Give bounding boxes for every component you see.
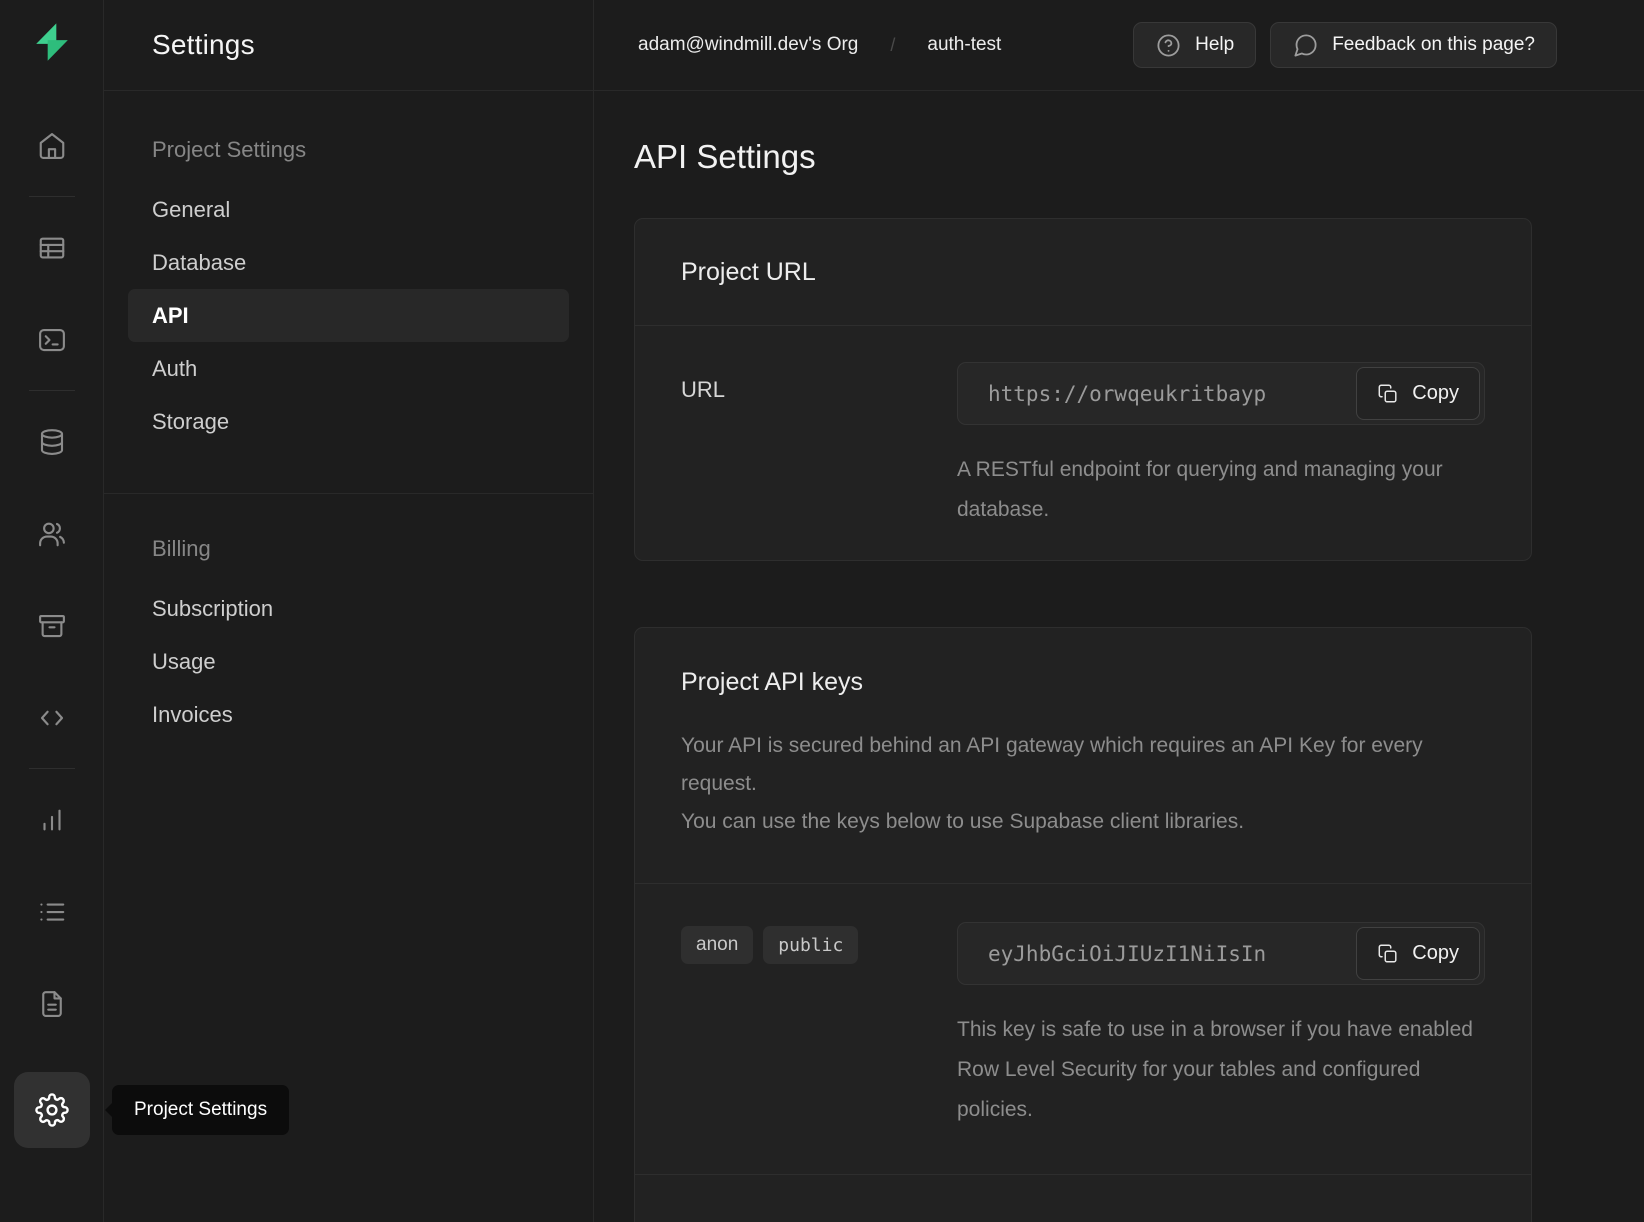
settings-sidebar-header: Settings xyxy=(104,0,593,91)
settings-title: Settings xyxy=(152,29,255,61)
api-keys-description-1: Your API is secured behind an API gatewa… xyxy=(681,727,1485,803)
help-button-label: Help xyxy=(1195,34,1234,56)
sidebar-item-api[interactable]: API xyxy=(128,289,569,342)
archive-box-icon xyxy=(37,611,67,641)
rail-item-docs[interactable] xyxy=(30,982,74,1026)
anon-key-description: This key is safe to use in a browser if … xyxy=(957,1010,1485,1130)
project-url-card: Project URL URL https://orwqeukritbayp C… xyxy=(634,218,1532,561)
url-description: A RESTful endpoint for querying and mana… xyxy=(957,450,1485,530)
home-icon xyxy=(37,131,67,161)
breadcrumb: adam@windmill.dev's Org / auth-test xyxy=(638,34,1001,56)
api-settings-page: API Settings Project URL URL https://orw… xyxy=(594,91,1644,1222)
settings-sidebar-nav: Project Settings General Database API Au… xyxy=(104,91,593,741)
sidebar-item-general[interactable]: General xyxy=(128,183,569,236)
help-circle-icon xyxy=(1155,32,1182,59)
url-field: https://orwqeukritbayp Copy A RESTful en… xyxy=(957,362,1485,530)
database-icon xyxy=(37,427,67,457)
api-keys-description-2: You can use the keys below to use Supaba… xyxy=(681,803,1485,841)
project-api-keys-card: Project API keys Your API is secured beh… xyxy=(634,627,1532,1222)
section-label-billing: Billing xyxy=(128,536,569,562)
speech-bubble-icon xyxy=(1292,32,1319,59)
supabase-logo[interactable] xyxy=(28,18,76,66)
anon-key-row: anon public eyJhbGciOiJIUzI1NiIsIn Copy xyxy=(635,884,1531,1174)
topbar: adam@windmill.dev's Org / auth-test Help xyxy=(594,0,1644,91)
rail-item-auth[interactable] xyxy=(30,512,74,556)
anon-key-badges: anon public xyxy=(681,922,957,964)
page-title: API Settings xyxy=(634,138,1644,176)
anon-key-field: eyJhbGciOiJIUzI1NiIsIn Copy This key is … xyxy=(957,922,1485,1130)
copy-anon-key-button[interactable]: Copy xyxy=(1356,927,1480,980)
supabase-bolt-icon xyxy=(29,19,75,65)
project-url-card-header: Project URL xyxy=(635,219,1531,326)
sidebar-item-usage[interactable]: Usage xyxy=(128,635,569,688)
breadcrumb-org[interactable]: adam@windmill.dev's Org xyxy=(638,34,858,56)
rail-item-home[interactable] xyxy=(30,124,74,168)
list-icon xyxy=(37,897,67,927)
sidebar-item-database[interactable]: Database xyxy=(128,236,569,289)
rail-item-sql-editor[interactable] xyxy=(30,318,74,362)
feedback-button[interactable]: Feedback on this page? xyxy=(1270,22,1557,68)
table-icon xyxy=(37,233,67,263)
copy-anon-key-label: Copy xyxy=(1412,942,1459,965)
feedback-button-label: Feedback on this page? xyxy=(1332,34,1535,56)
project-url-card-title: Project URL xyxy=(681,258,816,287)
api-keys-card-header: Project API keys Your API is secured beh… xyxy=(635,628,1531,884)
copy-icon xyxy=(1377,383,1399,405)
supabase-dashboard: Project Settings Settings Project Settin… xyxy=(0,0,1644,1222)
settings-sidebar: Settings Project Settings General Databa… xyxy=(104,0,594,1222)
section-label-project-settings: Project Settings xyxy=(128,137,569,163)
sidebar-item-storage[interactable]: Storage xyxy=(128,395,569,448)
sidebar-item-subscription[interactable]: Subscription xyxy=(128,582,569,635)
copy-url-label: Copy xyxy=(1412,382,1459,405)
copy-url-button[interactable]: Copy xyxy=(1356,367,1480,420)
file-text-icon xyxy=(37,989,67,1019)
main-content: adam@windmill.dev's Org / auth-test Help xyxy=(594,0,1644,1222)
breadcrumb-separator: / xyxy=(890,35,895,56)
terminal-icon xyxy=(37,325,67,355)
rail-item-reports[interactable] xyxy=(30,798,74,842)
rail-item-storage[interactable] xyxy=(30,604,74,648)
url-label: URL xyxy=(681,362,957,403)
rail-divider xyxy=(29,768,75,769)
copy-icon xyxy=(1377,943,1399,965)
rail-item-table-editor[interactable] xyxy=(30,226,74,270)
rail-item-edge-functions[interactable] xyxy=(30,696,74,740)
rail-item-logs[interactable] xyxy=(30,890,74,934)
code-brackets-icon xyxy=(37,703,67,733)
settings-gear-icon xyxy=(35,1093,69,1127)
rail-item-project-settings[interactable] xyxy=(14,1072,90,1148)
anon-badge: anon xyxy=(681,926,753,964)
api-keys-card-title: Project API keys xyxy=(681,668,1485,697)
help-button[interactable]: Help xyxy=(1133,22,1256,68)
project-settings-tooltip: Project Settings xyxy=(112,1085,289,1135)
rail-divider xyxy=(29,196,75,197)
sidebar-item-auth[interactable]: Auth xyxy=(128,342,569,395)
users-icon xyxy=(37,519,67,549)
public-badge: public xyxy=(763,926,858,964)
rail-divider xyxy=(29,390,75,391)
topbar-actions: Help Feedback on this page? xyxy=(1133,22,1557,68)
next-key-row-cutoff xyxy=(635,1174,1531,1222)
icon-rail xyxy=(0,0,104,1222)
project-url-row: URL https://orwqeukritbayp Copy A RESTfu… xyxy=(635,326,1531,560)
rail-item-database[interactable] xyxy=(30,420,74,464)
sidebar-divider xyxy=(104,493,593,494)
sidebar-item-invoices[interactable]: Invoices xyxy=(128,688,569,741)
breadcrumb-project[interactable]: auth-test xyxy=(927,34,1001,56)
bar-chart-icon xyxy=(37,805,67,835)
